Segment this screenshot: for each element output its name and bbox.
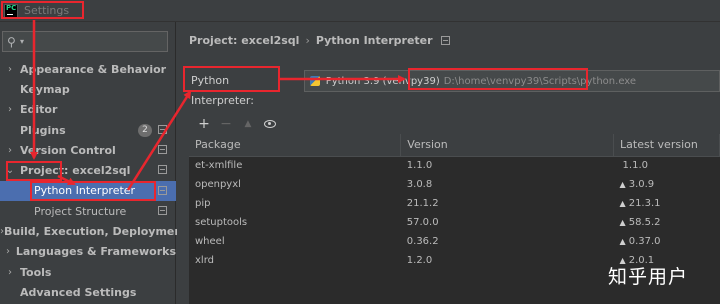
window-title: Settings [24,4,70,17]
sidebar-item-project-structure[interactable]: Project Structure [0,201,176,221]
table-row[interactable]: setuptools 57.0.0 ▲ 58.5.2 [189,213,720,232]
settings-tree: › Appearance & Behavior Keymap › Editor … [0,59,187,303]
upgrade-arrow-icon: ▲ [619,199,626,208]
upgrade-arrow-icon: ▲ [619,237,626,246]
breadcrumb-separator: › [305,34,310,47]
package-name: et-xmlfile [195,160,243,172]
project-settings-icon [158,206,167,216]
project-settings-icon [158,165,167,175]
plugins-update-badge: 2 [138,123,152,137]
sidebar-item-keymap[interactable]: Keymap [0,79,176,99]
package-name: wheel [195,236,225,247]
chevron-right-icon: › [8,144,12,156]
add-package-button[interactable]: + [193,116,215,132]
package-latest: ▲ 3.0.9 [614,175,720,194]
chevron-right-icon: › [8,104,12,116]
interpreter-label: Python Interpreter: [191,74,254,107]
sidebar-item-label: Plugins [20,123,66,137]
column-header-latest[interactable]: Latest version [613,134,720,157]
sidebar-item-label: Python Interpreter [34,184,136,198]
interpreter-path: D:\home\venvpy39\Scripts\python.exe [443,75,637,87]
sidebar-item-languages[interactable]: › Languages & Frameworks [0,242,176,262]
chevron-right-icon: › [5,246,10,258]
sidebar-item-label: Tools [20,265,52,279]
latest-version-text: 21.3.1 [628,198,661,209]
sidebar-item-label: Advanced Settings [20,285,137,299]
table-row[interactable]: et-xmlfile 1.1.0 1.1.0 [189,156,720,175]
sidebar-item-tools[interactable]: › Tools [0,262,176,282]
show-early-releases-button[interactable] [259,116,281,132]
column-header-package[interactable]: Package [189,134,402,157]
package-version: 21.1.2 [406,198,439,209]
project-settings-icon [158,145,167,155]
sidebar-item-version-control[interactable]: › Version Control [0,140,176,160]
sidebar-item-label: Editor [20,103,58,117]
remove-package-button[interactable]: − [215,116,237,132]
package-name: xlrd [195,255,214,266]
title-bar: Settings [0,0,720,22]
packages-toolbar: + − ▲ [193,116,281,132]
latest-version-text: 0.37.0 [628,236,661,247]
package-name: setuptools [195,217,248,228]
package-name: openpyxl [195,179,241,190]
sidebar-item-label: Project Structure [34,204,127,218]
chevron-right-icon: › [8,266,12,278]
sidebar-item-project[interactable]: ⌄ Project: excel2sql [0,160,176,180]
upgrade-arrow-icon: ▲ [619,180,626,189]
package-latest: ▲ 58.5.2 [614,213,720,232]
watermark: 知乎用户 [608,266,689,288]
latest-version-text: 58.5.2 [628,217,661,228]
table-row[interactable]: pip 21.1.2 ▲ 21.3.1 [189,194,720,213]
chevron-right-icon: › [8,63,12,75]
sidebar-item-plugins[interactable]: Plugins 2 [0,120,176,140]
interpreter-select[interactable]: Python 3.9 (venvpy39) D:\home\venvpy39\S… [303,70,720,92]
sidebar-item-label: Keymap [20,82,70,96]
search-icon: ⚲ [7,34,16,49]
search-input[interactable] [24,32,155,51]
table-header-row: Package Version Latest version [189,134,720,157]
sidebar-item-advanced[interactable]: Advanced Settings [0,282,176,302]
sidebar-item-label: Build, Execution, Deployment [4,225,188,239]
eye-icon [264,120,276,128]
chevron-down-icon: ⌄ [5,165,15,177]
sidebar-item-build[interactable]: › Build, Execution, Deployment [0,221,187,241]
latest-version-text: 3.0.9 [628,179,655,190]
sidebar-item-python-interpreter[interactable]: Python Interpreter [0,180,176,202]
package-latest: ▲ 21.3.1 [614,194,720,213]
package-version: 57.0.0 [406,217,439,228]
package-version: 1.2.0 [406,255,433,266]
upgrade-arrow-icon: ▲ [619,218,626,227]
breadcrumb-project: Project: excel2sql [189,34,300,47]
project-settings-icon [158,185,167,195]
sidebar-item-label: Appearance & Behavior [20,62,167,76]
latest-version-text: 1.1.0 [622,160,648,172]
settings-sidebar: ⚲ ▾ › Appearance & Behavior Keymap › Edi… [0,22,187,304]
breadcrumb: Project: excel2sql › Python Interpreter [189,34,450,47]
pycharm-logo-icon [4,3,18,18]
package-version: 0.36.2 [406,236,439,247]
sidebar-item-editor[interactable]: › Editor [0,100,176,120]
project-settings-icon [440,36,450,45]
column-header-version[interactable]: Version [400,134,615,157]
table-row[interactable]: openpyxl 3.0.8 ▲ 3.0.9 [189,175,720,194]
interpreter-row: Python Interpreter: Python 3.9 (venvpy39… [185,70,720,107]
table-row[interactable]: wheel 0.36.2 ▲ 0.37.0 [189,232,720,251]
python-icon [309,76,320,86]
package-version: 1.1.0 [406,160,433,172]
project-settings-icon [158,124,167,134]
sidebar-item-label: Project: excel2sql [20,164,131,178]
settings-search[interactable]: ⚲ ▾ [2,31,168,52]
breadcrumb-page: Python Interpreter [315,34,433,47]
package-version: 3.0.8 [406,179,433,190]
interpreter-name: Python 3.9 (venvpy39) [325,75,440,87]
sidebar-item-label: Languages & Frameworks [15,245,176,259]
sidebar-item-appearance[interactable]: › Appearance & Behavior [0,59,176,79]
upgrade-package-button[interactable]: ▲ [237,116,259,132]
package-name: pip [195,198,211,209]
sidebar-item-label: Version Control [20,143,116,157]
package-latest: ▲ 0.37.0 [614,232,720,251]
package-latest: 1.1.0 [614,156,720,175]
